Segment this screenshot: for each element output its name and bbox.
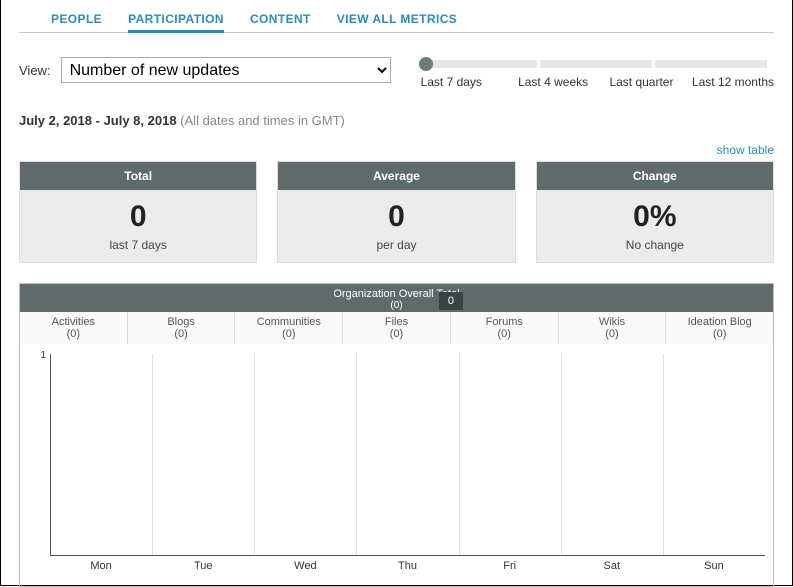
x-tick: Tue xyxy=(152,560,254,572)
metric-tabs: PEOPLE PARTICIPATION CONTENT VIEW ALL ME… xyxy=(19,4,774,33)
range-option-7d[interactable]: Last 7 days xyxy=(421,75,509,89)
series-tab-wikis[interactable]: Wikis(0) xyxy=(559,312,667,344)
card-total-sub: last 7 days xyxy=(20,238,256,252)
date-start: July 2, 2018 xyxy=(19,113,92,128)
chart-container: Organization Overall Total (0) 0 Activit… xyxy=(19,283,774,587)
tab-participation[interactable]: PARTICIPATION xyxy=(128,12,224,32)
date-range-line: July 2, 2018 - July 8, 2018 (All dates a… xyxy=(19,113,774,128)
card-change-value: 0% xyxy=(537,200,773,234)
slider-handle-icon[interactable] xyxy=(419,57,433,71)
tab-people[interactable]: PEOPLE xyxy=(51,12,102,32)
view-select[interactable]: Number of new updates xyxy=(61,57,391,83)
chart-grid-cell xyxy=(51,354,153,555)
chart-grid-cell xyxy=(153,354,255,555)
chart-grid-cell xyxy=(255,354,357,555)
view-label: View: xyxy=(19,63,51,78)
chart-plot xyxy=(50,354,765,556)
card-total-title: Total xyxy=(20,162,256,190)
card-total-value: 0 xyxy=(20,200,256,234)
date-end: July 8, 2018 xyxy=(104,113,177,128)
series-tab-forums[interactable]: Forums(0) xyxy=(451,312,559,344)
chart-grid-cell xyxy=(460,354,562,555)
range-segment[interactable] xyxy=(540,60,652,68)
x-tick: Wed xyxy=(254,560,356,572)
tab-view-all-metrics[interactable]: VIEW ALL METRICS xyxy=(337,12,457,32)
x-tick: Sat xyxy=(561,560,663,572)
range-option-q[interactable]: Last quarter xyxy=(597,75,685,89)
card-total: Total 0 last 7 days xyxy=(19,161,257,263)
chart-grid-cell xyxy=(562,354,664,555)
chart-x-axis: Mon Tue Wed Thu Fri Sat Sun xyxy=(50,560,765,572)
card-average: Average 0 per day xyxy=(277,161,515,263)
card-change-sub: No change xyxy=(537,238,773,252)
date-gmt-note: (All dates and times in GMT) xyxy=(177,113,345,128)
chart-header-count: (0) xyxy=(20,300,773,311)
y-tick: 1 xyxy=(40,350,46,361)
series-tab-ideation-blog[interactable]: Ideation Blog(0) xyxy=(666,312,773,344)
series-tab-communities[interactable]: Communities(0) xyxy=(235,312,343,344)
x-tick: Thu xyxy=(356,560,458,572)
series-tab-files[interactable]: Files(0) xyxy=(343,312,451,344)
series-tab-activities[interactable]: Activities(0) xyxy=(20,312,128,344)
chart-header: Organization Overall Total (0) 0 xyxy=(20,284,773,312)
range-option-12m[interactable]: Last 12 months xyxy=(686,75,774,89)
x-tick: Sun xyxy=(663,560,765,572)
tab-content[interactable]: CONTENT xyxy=(250,12,311,32)
series-tabs: Activities(0) Blogs(0) Communities(0) Fi… xyxy=(20,312,773,344)
chart-header-title: Organization Overall Total xyxy=(20,288,773,300)
range-option-4w[interactable]: Last 4 weeks xyxy=(509,75,597,89)
card-change-title: Change xyxy=(537,162,773,190)
chart-grid-cell xyxy=(664,354,765,555)
x-tick: Fri xyxy=(459,560,561,572)
time-range-slider[interactable]: Last 7 days Last 4 weeks Last quarter La… xyxy=(421,57,774,89)
card-average-title: Average xyxy=(278,162,514,190)
chart-header-badge: 0 xyxy=(439,292,463,310)
chart-grid-cell xyxy=(357,354,459,555)
card-average-sub: per day xyxy=(278,238,514,252)
card-average-value: 0 xyxy=(278,200,514,234)
series-tab-blogs[interactable]: Blogs(0) xyxy=(128,312,236,344)
x-tick: Mon xyxy=(50,560,152,572)
show-table-link[interactable]: show table xyxy=(717,143,774,157)
range-segment[interactable] xyxy=(425,60,537,68)
range-segment[interactable] xyxy=(655,60,767,68)
card-change: Change 0% No change xyxy=(536,161,774,263)
chart-y-axis: 1 xyxy=(20,344,50,574)
